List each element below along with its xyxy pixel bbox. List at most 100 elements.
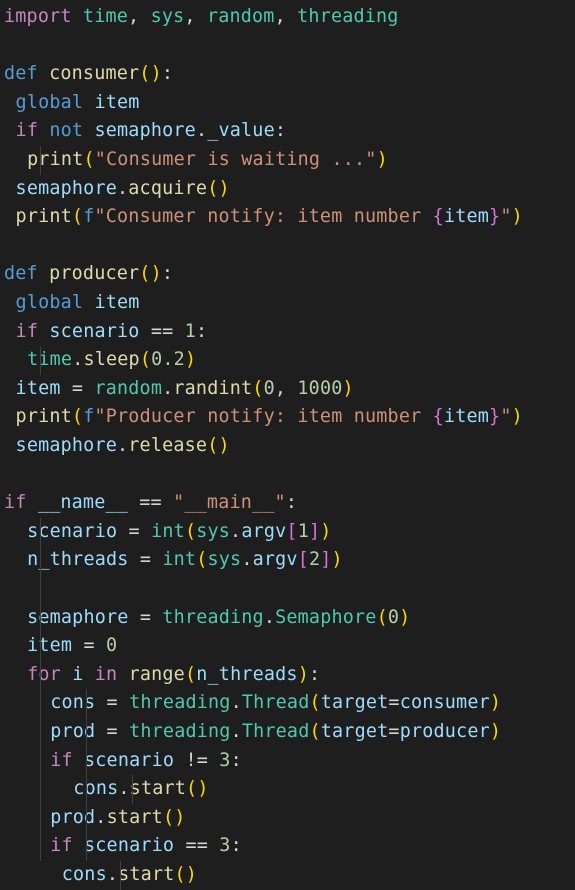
code-line[interactable]: print(f"Producer notify: item number {it… — [16, 403, 523, 432]
code-token: item — [94, 91, 140, 113]
code-token: ( — [196, 549, 208, 571]
code-token: target — [320, 721, 389, 742]
code-line[interactable]: def consumer(): — [4, 60, 173, 89]
code-token: . — [106, 864, 119, 885]
code-line[interactable]: semaphore.release() — [16, 432, 230, 461]
code-token: __name__ — [37, 492, 129, 514]
code-line[interactable]: print("Consumer is waiting ...") — [27, 146, 388, 175]
code-token: scenario — [49, 320, 140, 342]
code-token: 2 — [308, 549, 321, 571]
code-token: start — [129, 778, 187, 800]
code-line[interactable]: if not semaphore._value: — [16, 117, 287, 146]
code-line[interactable]: prod.start() — [50, 804, 185, 833]
code-token: cons — [50, 692, 96, 714]
code-token: "Producer notify: item number — [94, 406, 433, 428]
code-token: ( — [71, 206, 84, 228]
code-token: ) — [297, 663, 309, 685]
code-line[interactable]: print(f"Consumer notify: item number {it… — [16, 203, 523, 232]
code-line[interactable]: semaphore = threading.Semaphore(0) — [27, 604, 410, 633]
code-token: ( — [83, 149, 95, 170]
code-token: , — [274, 6, 298, 27]
code-token: . — [72, 349, 84, 371]
code-token: argv — [241, 520, 287, 542]
code-token: = — [95, 721, 130, 742]
code-line[interactable]: time.sleep(0.2) — [27, 346, 196, 375]
code-token: "Consumer is waiting ..." — [94, 149, 377, 170]
indent-guide — [132, 775, 133, 804]
code-token: . — [195, 120, 208, 142]
code-token: . — [117, 435, 129, 456]
code-line[interactable]: import time, sys, random, threading — [4, 3, 399, 32]
code-token: consumer — [399, 692, 490, 714]
code-token: ) — [320, 520, 332, 542]
code-token: argv — [252, 549, 298, 571]
indent-guide — [120, 861, 121, 890]
code-line[interactable]: global item — [16, 289, 140, 318]
code-token: . — [117, 177, 129, 199]
code-token: item — [15, 377, 61, 399]
code-line[interactable]: cons.start() — [73, 775, 208, 804]
code-line[interactable]: semaphore.acquire() — [16, 175, 230, 204]
code-token: n_threads — [27, 549, 129, 571]
code-line[interactable]: if scenario == 1: — [16, 318, 208, 347]
code-token: start — [106, 806, 163, 828]
code-line[interactable]: if __name__ == "__main__": — [4, 489, 297, 518]
code-token: item — [443, 406, 490, 428]
code-token: [ — [297, 549, 309, 571]
code-token: def — [4, 263, 38, 285]
code-line[interactable]: prod = threading.Thread(target=producer) — [50, 718, 501, 747]
code-token: . — [263, 606, 276, 628]
code-token: } — [489, 406, 501, 428]
code-token: semaphore — [15, 177, 117, 199]
code-token: threading — [129, 721, 231, 742]
code-token: semaphore — [27, 606, 129, 628]
code-token: = — [95, 692, 130, 714]
code-token: ( — [184, 520, 197, 542]
code-token: scenario — [84, 749, 175, 771]
code-line[interactable]: n_threads = int(sys.argv[2]) — [27, 546, 343, 575]
code-line[interactable]: item = random.randint(0, 1000) — [16, 375, 354, 404]
code-token: item — [443, 206, 490, 228]
code-line[interactable]: cons = threading.Thread(target=consumer) — [50, 689, 501, 718]
code-token: . — [230, 721, 242, 742]
code-token: ( — [376, 606, 388, 628]
code-token: cons — [61, 864, 107, 885]
code-token: : — [308, 663, 321, 685]
code-token: = — [60, 377, 95, 399]
code-token: target — [320, 692, 389, 714]
code-line[interactable]: if scenario == 3: — [50, 832, 242, 861]
code-token: "Consumer notify: item number — [94, 206, 433, 228]
code-token: " — [500, 406, 512, 428]
code-token: = — [117, 520, 152, 542]
code-line[interactable]: if scenario != 3: — [50, 747, 242, 776]
code-token: prod — [50, 721, 96, 742]
code-token: time — [27, 349, 73, 371]
code-token: ( — [71, 406, 84, 428]
code-token: item — [94, 292, 140, 313]
code-editor[interactable]: import time, sys, random, threading def c… — [0, 0, 575, 890]
code-line[interactable]: def producer(): — [4, 260, 173, 289]
code-token: == — [128, 492, 174, 514]
code-line[interactable]: global item — [16, 89, 140, 118]
code-token: Thread — [241, 721, 310, 742]
code-line[interactable]: cons.start() — [62, 861, 197, 890]
code-line[interactable]: scenario = int(sys.argv[1]) — [27, 518, 331, 547]
code-line[interactable]: for i in range(n_threads): — [27, 661, 320, 690]
code-token: threading — [297, 6, 399, 27]
code-token: ) — [489, 721, 502, 742]
code-token: print — [27, 149, 84, 170]
code-token: consumer — [49, 63, 140, 85]
code-token: if — [4, 492, 27, 514]
code-token: i — [72, 663, 84, 685]
code-token: print — [15, 206, 72, 228]
code-token: != — [174, 749, 220, 771]
code-token: : — [195, 320, 208, 342]
code-token: . — [118, 778, 130, 800]
code-token: () — [207, 435, 230, 456]
code-token: ( — [309, 721, 321, 742]
